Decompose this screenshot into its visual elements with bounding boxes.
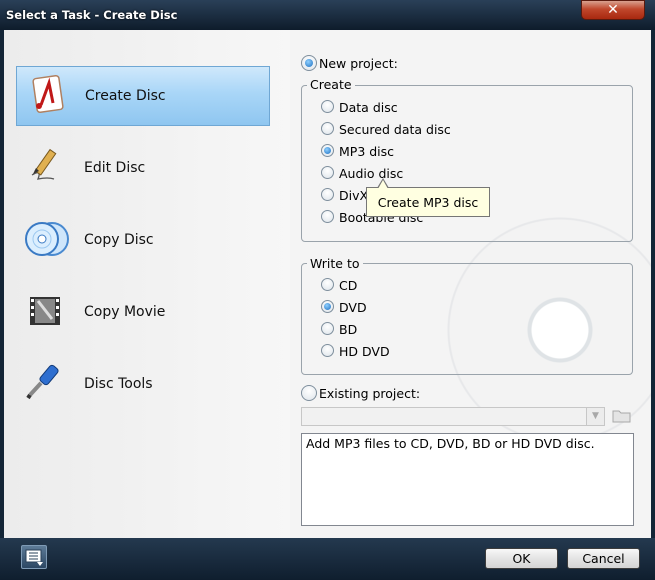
cd-radio[interactable] (321, 278, 334, 291)
new-project-radio[interactable] (301, 55, 317, 71)
description-box: Add MP3 files to CD, DVD, BD or HD DVD d… (301, 433, 634, 526)
cancel-label: Cancel (582, 551, 625, 566)
ok-button[interactable]: OK (485, 548, 558, 569)
dialog-window: Select a Task - Create Disc ✕ Create Dis… (0, 0, 655, 580)
task-label: Create Disc (85, 88, 166, 104)
task-copy-disc[interactable]: Copy Disc (16, 210, 270, 270)
close-icon: ✕ (607, 2, 619, 18)
window-title: Select a Task - Create Disc (6, 8, 178, 22)
menu-list-icon (25, 549, 43, 566)
folder-browse-icon[interactable] (612, 407, 632, 424)
dvd-radio[interactable] (321, 300, 334, 313)
bd-radio[interactable] (321, 322, 334, 335)
title-bar[interactable]: Select a Task - Create Disc ✕ (0, 0, 655, 30)
bd-label: BD (339, 322, 358, 337)
task-label: Copy Disc (84, 232, 154, 248)
cancel-button[interactable]: Cancel (567, 548, 640, 569)
secured-data-disc-radio[interactable] (321, 122, 334, 135)
secured-data-disc-label: Secured data disc (339, 122, 451, 137)
dvd-label: DVD (339, 300, 367, 315)
task-label: Disc Tools (84, 376, 153, 392)
task-create-disc[interactable]: Create Disc (16, 66, 270, 126)
divx-label: DivX (339, 188, 369, 203)
data-disc-label: Data disc (339, 100, 398, 115)
existing-project-combo[interactable]: ▼ (301, 407, 605, 426)
divx-radio[interactable] (321, 188, 334, 201)
create-disc-icon (25, 73, 81, 119)
options-menu-button[interactable] (21, 545, 47, 569)
chevron-down-icon[interactable]: ▼ (586, 408, 604, 425)
description-text: Add MP3 files to CD, DVD, BD or HD DVD d… (306, 436, 595, 451)
data-disc-radio[interactable] (321, 100, 334, 113)
mp3-disc-label: MP3 disc (339, 144, 395, 159)
task-list: Create Disc Edit Disc Copy Disc Copy Mov… (4, 30, 290, 538)
screwdriver-icon (24, 361, 80, 407)
bootable-disc-radio[interactable] (321, 210, 334, 223)
write-to-group-legend: Write to (307, 256, 363, 271)
task-edit-disc[interactable]: Edit Disc (16, 138, 270, 198)
tooltip: Create MP3 disc (366, 178, 490, 217)
copy-disc-icon (24, 217, 80, 263)
audio-disc-radio[interactable] (321, 166, 334, 179)
existing-project-label: Existing project: (319, 386, 421, 401)
hd-dvd-radio[interactable] (321, 344, 334, 357)
film-icon (24, 289, 80, 335)
task-label: Edit Disc (84, 160, 146, 176)
create-group-legend: Create (307, 77, 355, 92)
cd-label: CD (339, 278, 358, 293)
task-copy-movie[interactable]: Copy Movie (16, 282, 270, 342)
task-label: Copy Movie (84, 304, 166, 320)
pen-icon (24, 145, 80, 191)
audio-disc-label: Audio disc (339, 166, 404, 181)
ok-label: OK (512, 551, 531, 566)
hd-dvd-label: HD DVD (339, 344, 390, 359)
new-project-label: New project: (319, 56, 398, 71)
existing-project-radio[interactable] (301, 385, 317, 401)
task-disc-tools[interactable]: Disc Tools (16, 354, 270, 414)
close-button[interactable]: ✕ (581, 0, 645, 20)
mp3-disc-radio[interactable] (321, 144, 334, 157)
tooltip-text: Create MP3 disc (377, 194, 479, 210)
